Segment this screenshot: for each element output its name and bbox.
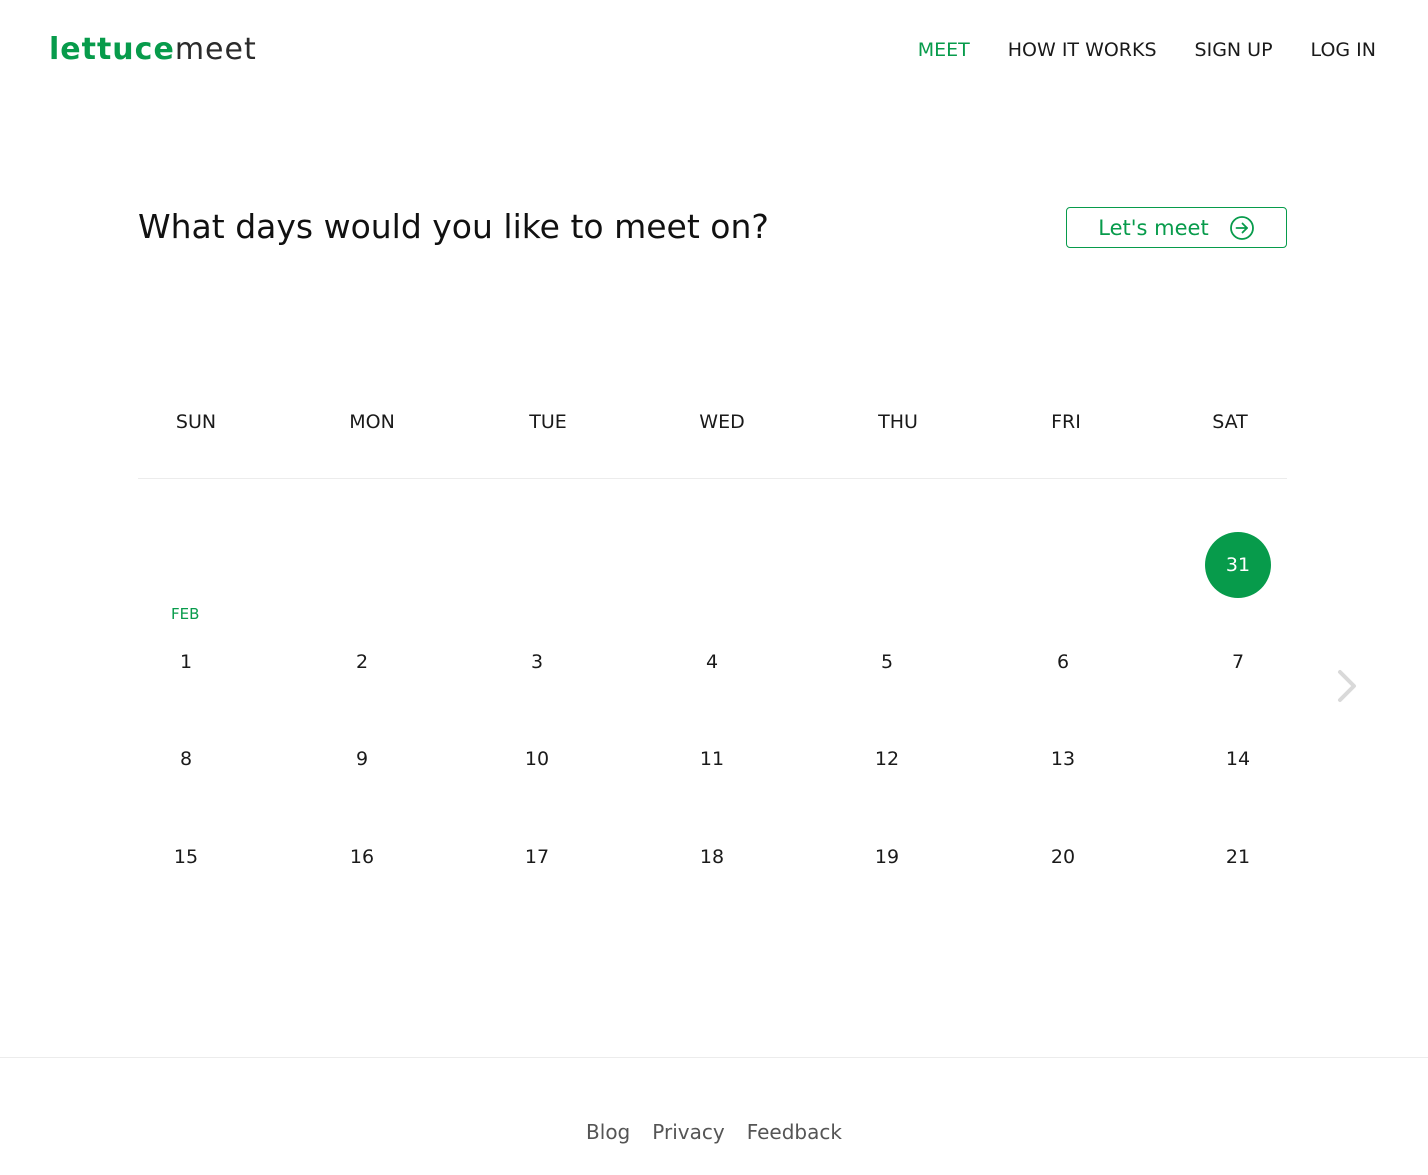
calendar-day[interactable]: 19 xyxy=(854,824,920,890)
calendar-day[interactable]: 10 xyxy=(504,726,570,792)
footer-divider xyxy=(0,1057,1428,1058)
month-label: FEB xyxy=(171,605,200,623)
nav-how-it-works[interactable]: HOW IT WORKS xyxy=(1008,36,1157,64)
calendar-day[interactable]: 21 xyxy=(1205,824,1271,890)
calendar-day-selected[interactable]: 31 xyxy=(1205,532,1271,598)
calendar-day[interactable]: 2 xyxy=(329,629,395,695)
calendar-day[interactable]: 15 xyxy=(153,824,219,890)
page-title: What days would you like to meet on? xyxy=(138,207,769,246)
logo-meet: meet xyxy=(174,32,257,67)
calendar-day[interactable]: 14 xyxy=(1205,726,1271,792)
weekday-sat: SAT xyxy=(1212,411,1248,433)
weekday-thu: THU xyxy=(878,411,918,433)
footer: Blog Privacy Feedback xyxy=(0,1118,1428,1146)
calendar-day[interactable]: 1 xyxy=(153,629,219,695)
weekday-sun: SUN xyxy=(175,411,217,433)
calendar-day[interactable]: 13 xyxy=(1030,726,1096,792)
weekday-fri: FRI xyxy=(1051,411,1081,433)
nav-sign-up[interactable]: SIGN UP xyxy=(1195,36,1273,64)
nav-log-in[interactable]: LOG IN xyxy=(1311,36,1376,64)
calendar-day[interactable]: 12 xyxy=(854,726,920,792)
calendar-day[interactable]: 5 xyxy=(854,629,920,695)
calendar-day[interactable]: 4 xyxy=(679,629,745,695)
top-nav: MEET HOW IT WORKS SIGN UP LOG IN xyxy=(918,36,1376,64)
calendar-day[interactable]: 16 xyxy=(329,824,395,890)
calendar-day[interactable]: 18 xyxy=(679,824,745,890)
calendar-day[interactable]: 11 xyxy=(679,726,745,792)
weekday-tue: TUE xyxy=(529,411,567,433)
calendar-day[interactable]: 20 xyxy=(1030,824,1096,890)
logo-lettuce: lettuce xyxy=(49,32,175,67)
footer-link-feedback[interactable]: Feedback xyxy=(747,1118,842,1146)
weekday-wed: WED xyxy=(699,411,745,433)
weekday-mon: MON xyxy=(349,411,395,433)
logo[interactable]: lettucemeet xyxy=(49,30,257,70)
calendar-day[interactable]: 3 xyxy=(504,629,570,695)
calendar-day[interactable]: 8 xyxy=(153,726,219,792)
lets-meet-button[interactable]: Let's meet xyxy=(1066,207,1287,248)
page: lettucemeet MEET HOW IT WORKS SIGN UP LO… xyxy=(0,0,1428,1175)
calendar-divider xyxy=(138,478,1287,479)
footer-link-privacy[interactable]: Privacy xyxy=(652,1118,724,1146)
arrow-circle-right-icon xyxy=(1229,215,1254,240)
lets-meet-label: Let's meet xyxy=(1098,215,1209,240)
calendar-day[interactable]: 7 xyxy=(1205,629,1271,695)
calendar-day[interactable]: 9 xyxy=(329,726,395,792)
chevron-right-icon[interactable] xyxy=(1332,668,1362,704)
footer-link-blog[interactable]: Blog xyxy=(586,1118,630,1146)
nav-meet[interactable]: MEET xyxy=(918,36,970,64)
weekday-header: SUN MON TUE WED THU FRI SAT xyxy=(138,405,1287,441)
calendar-day[interactable]: 6 xyxy=(1030,629,1096,695)
calendar-day[interactable]: 17 xyxy=(504,824,570,890)
